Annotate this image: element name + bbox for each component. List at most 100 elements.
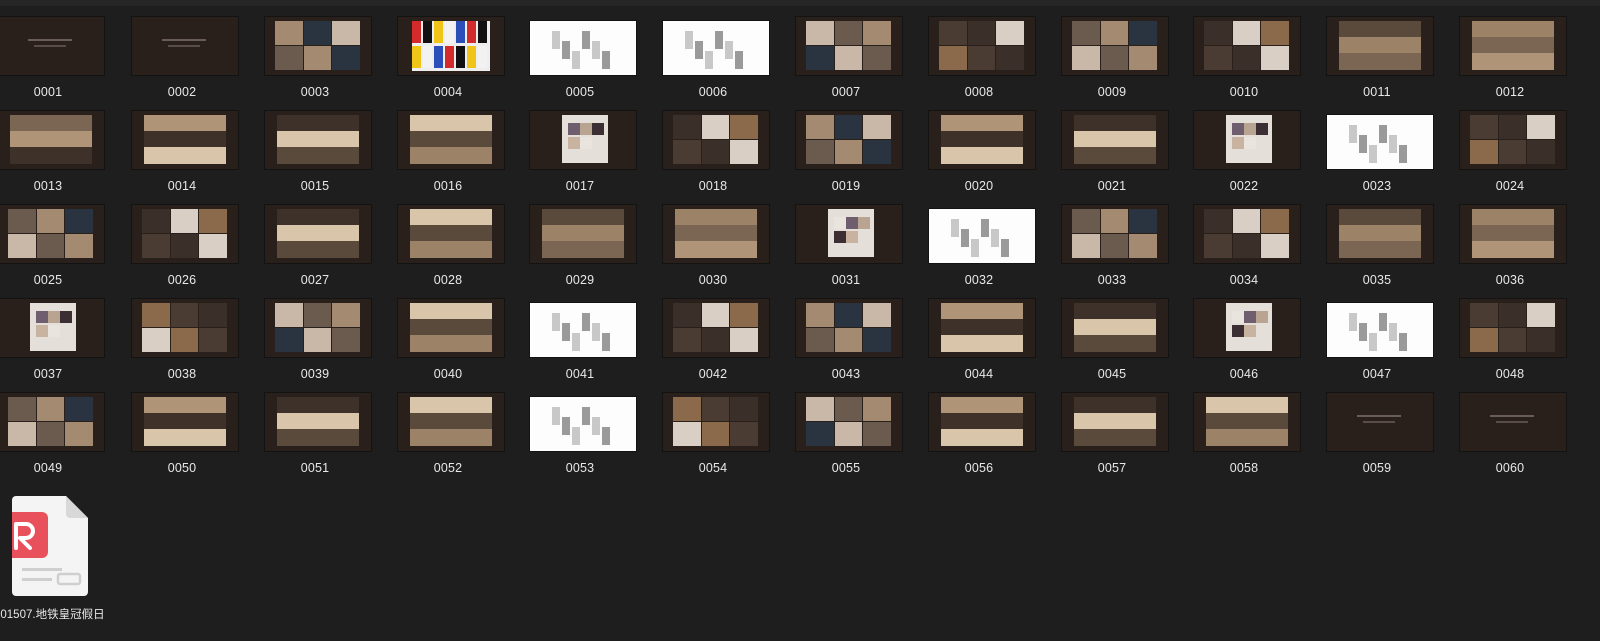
file-item[interactable]: 0027 <box>259 205 371 287</box>
file-name: 0003 <box>300 85 330 99</box>
file-item[interactable]: 0031 <box>790 205 902 287</box>
file-thumbnail <box>1062 111 1168 169</box>
file-item[interactable]: 0047 <box>1321 299 1433 381</box>
file-name: 0050 <box>167 461 197 475</box>
file-item[interactable]: 0004 <box>392 17 504 99</box>
file-thumbnail <box>530 303 636 357</box>
file-item[interactable]: 0001 <box>0 17 104 99</box>
file-item[interactable]: 0053 <box>524 393 636 475</box>
file-item[interactable]: 0028 <box>392 205 504 287</box>
file-item[interactable]: 0015 <box>259 111 371 193</box>
file-item[interactable]: 0005 <box>524 17 636 99</box>
file-item[interactable]: 0058 <box>1188 393 1300 475</box>
file-item[interactable]: 0045 <box>1056 299 1168 381</box>
file-item[interactable]: 0002 <box>126 17 238 99</box>
file-item[interactable]: 0013 <box>0 111 104 193</box>
file-item[interactable]: 0009 <box>1056 17 1168 99</box>
file-item[interactable]: 0036 <box>1454 205 1566 287</box>
file-name: 0017 <box>565 179 595 193</box>
file-item[interactable]: 0054 <box>657 393 769 475</box>
file-thumbnail <box>0 111 104 169</box>
file-thumbnail <box>1460 205 1566 263</box>
file-item[interactable]: 0016 <box>392 111 504 193</box>
file-name: 0016 <box>433 179 463 193</box>
file-thumbnail <box>1194 205 1300 263</box>
file-name: 0032 <box>964 273 994 287</box>
file-item[interactable]: 0043 <box>790 299 902 381</box>
file-name: 0039 <box>300 367 330 381</box>
file-name: 0037 <box>33 367 63 381</box>
file-item[interactable]: 0006 <box>657 17 769 99</box>
file-thumbnail <box>796 17 902 75</box>
pdf-file-item[interactable]: 201507.地铁皇冠假日 <box>0 496 110 636</box>
file-item[interactable]: 0022 <box>1188 111 1300 193</box>
file-item[interactable]: 0033 <box>1056 205 1168 287</box>
file-item[interactable]: 0017 <box>524 111 636 193</box>
file-name: 0043 <box>831 367 861 381</box>
file-item[interactable]: 0018 <box>657 111 769 193</box>
file-name: 0013 <box>33 179 63 193</box>
file-item[interactable]: 0055 <box>790 393 902 475</box>
file-name: 0004 <box>433 85 463 99</box>
file-item[interactable]: 0021 <box>1056 111 1168 193</box>
file-item[interactable]: 0037 <box>0 299 104 381</box>
file-item[interactable]: 0010 <box>1188 17 1300 99</box>
file-name: 0029 <box>565 273 595 287</box>
file-item[interactable]: 0040 <box>392 299 504 381</box>
file-item[interactable]: 0041 <box>524 299 636 381</box>
file-item[interactable]: 0048 <box>1454 299 1566 381</box>
file-item[interactable]: 0007 <box>790 17 902 99</box>
file-name: 0030 <box>698 273 728 287</box>
file-item[interactable]: 0023 <box>1321 111 1433 193</box>
file-item[interactable]: 0034 <box>1188 205 1300 287</box>
file-item[interactable]: 0008 <box>923 17 1035 99</box>
file-thumbnail <box>530 205 636 263</box>
file-thumbnail <box>0 299 104 357</box>
file-item[interactable]: 0026 <box>126 205 238 287</box>
file-item[interactable]: 0030 <box>657 205 769 287</box>
file-item[interactable]: 0056 <box>923 393 1035 475</box>
pdf-document-icon <box>12 496 88 596</box>
file-item[interactable]: 0050 <box>126 393 238 475</box>
file-thumbnail <box>796 205 902 263</box>
file-item[interactable]: 0042 <box>657 299 769 381</box>
file-item[interactable]: 0057 <box>1056 393 1168 475</box>
file-item[interactable]: 0044 <box>923 299 1035 381</box>
file-item[interactable]: 0029 <box>524 205 636 287</box>
file-thumbnail <box>398 393 504 451</box>
file-thumbnail <box>663 299 769 357</box>
file-name: 0049 <box>33 461 63 475</box>
file-item[interactable]: 0060 <box>1454 393 1566 475</box>
file-name: 0005 <box>565 85 595 99</box>
file-item[interactable]: 0039 <box>259 299 371 381</box>
file-name: 0019 <box>831 179 861 193</box>
file-item[interactable]: 0035 <box>1321 205 1433 287</box>
file-item[interactable]: 0051 <box>259 393 371 475</box>
file-item[interactable]: 0020 <box>923 111 1035 193</box>
file-thumbnail <box>530 397 636 451</box>
file-item[interactable]: 0025 <box>0 205 104 287</box>
file-thumbnail <box>1327 17 1433 75</box>
file-item[interactable]: 0024 <box>1454 111 1566 193</box>
file-item[interactable]: 0049 <box>0 393 104 475</box>
file-thumbnail <box>929 17 1035 75</box>
file-item[interactable]: 0011 <box>1321 17 1433 99</box>
file-item[interactable]: 0014 <box>126 111 238 193</box>
file-name: 0028 <box>433 273 463 287</box>
file-item[interactable]: 0012 <box>1454 17 1566 99</box>
file-item[interactable]: 0059 <box>1321 393 1433 475</box>
file-item[interactable]: 0003 <box>259 17 371 99</box>
file-thumbnail <box>1460 299 1566 357</box>
file-item[interactable]: 0046 <box>1188 299 1300 381</box>
file-name: 0022 <box>1229 179 1259 193</box>
file-name: 0041 <box>565 367 595 381</box>
file-name: 0031 <box>831 273 861 287</box>
file-thumbnail <box>1327 115 1433 169</box>
file-name: 0056 <box>964 461 994 475</box>
file-thumbnail <box>1062 205 1168 263</box>
file-item[interactable]: 0019 <box>790 111 902 193</box>
file-thumbnail <box>663 21 769 75</box>
file-item[interactable]: 0052 <box>392 393 504 475</box>
file-item[interactable]: 0032 <box>923 205 1035 287</box>
file-item[interactable]: 0038 <box>126 299 238 381</box>
